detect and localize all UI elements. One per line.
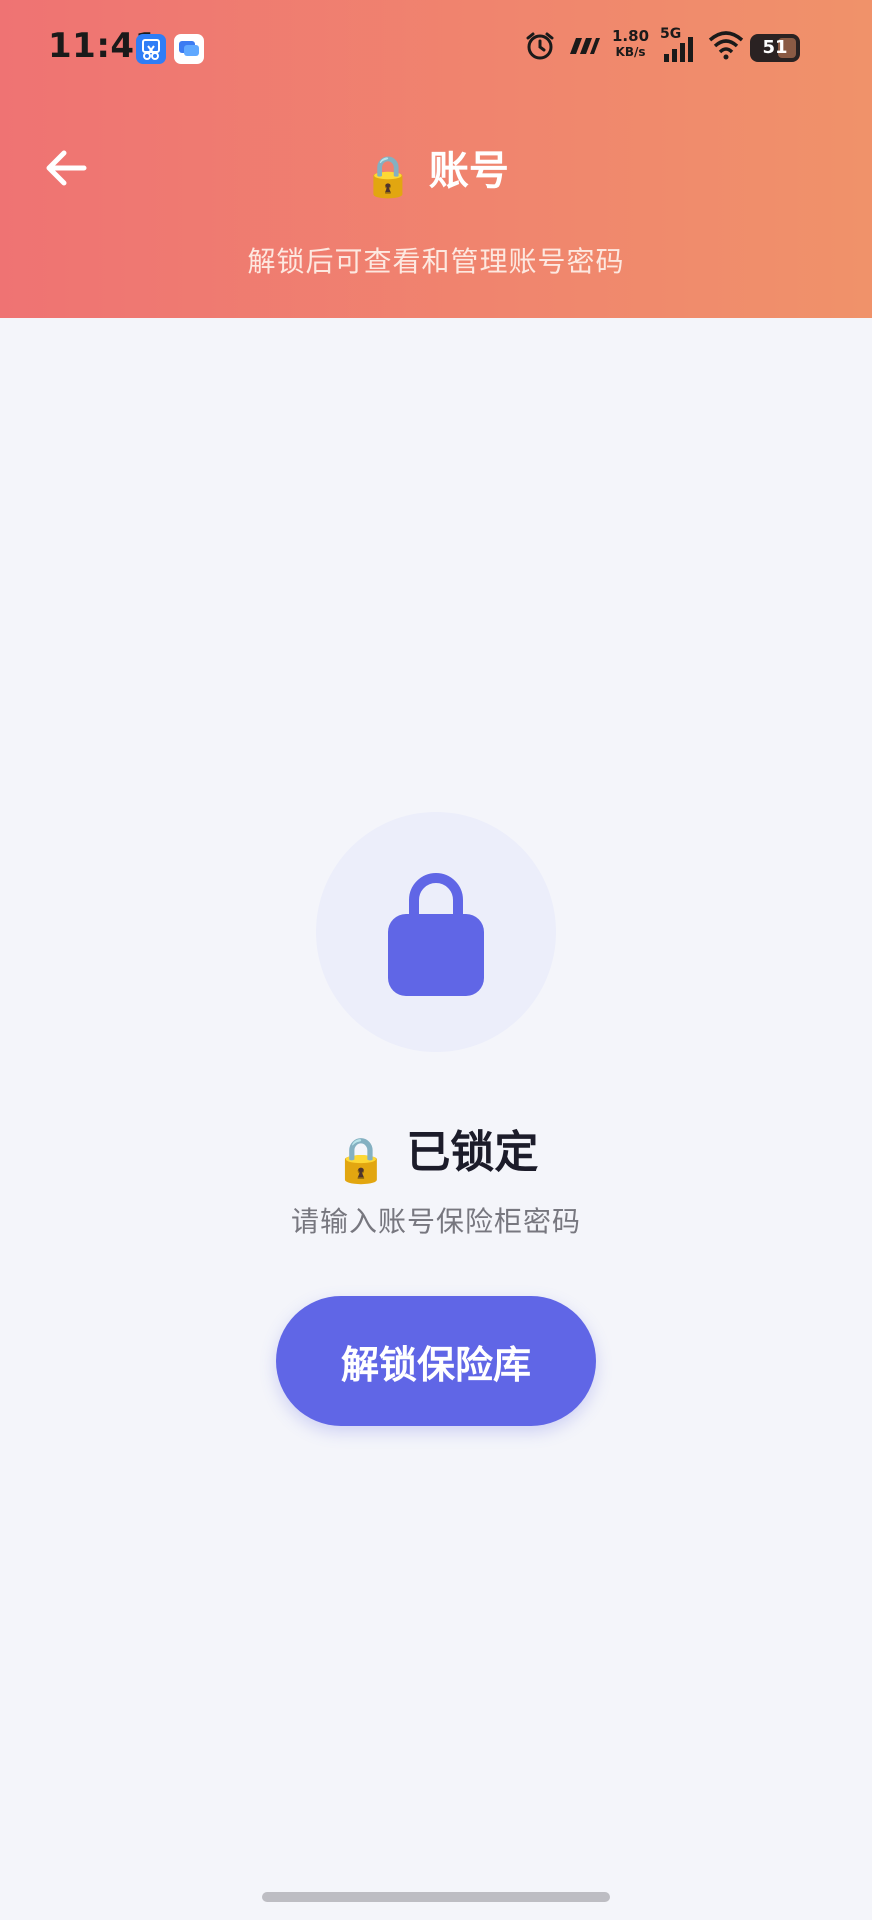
locked-title: 🔒 已锁定: [0, 1116, 872, 1186]
locked-subtitle: 请输入账号保险柜密码: [290, 1205, 581, 1238]
net-speed-unit: KB/s: [615, 45, 646, 59]
lock-icon: [388, 873, 484, 996]
nfc-icon: [566, 34, 602, 62]
net-speed-value: 1.80: [612, 27, 650, 45]
page-title: 🔒 账号: [0, 138, 872, 200]
home-indicator[interactable]: [262, 1892, 610, 1902]
lock-illustration: [316, 812, 556, 1052]
status-bar: 11:41 1.80 KB/s 5G 51: [0, 0, 872, 96]
page-subtitle: 解锁后可查看和管理账号密码: [247, 245, 625, 278]
lock-emoji: 🔒: [333, 1135, 389, 1186]
status-right-cluster: 1.80 KB/s 5G 51: [524, 26, 824, 68]
app-message-icon: [174, 34, 204, 64]
locked-title-text: 已锁定: [406, 1127, 539, 1178]
lock-emoji: 🔒: [363, 154, 413, 200]
wifi-icon: [708, 30, 744, 64]
page-title-text: 账号: [428, 148, 509, 194]
unlock-vault-button[interactable]: 解锁保险库: [276, 1296, 596, 1426]
app-scissors-icon: [136, 34, 166, 64]
battery-icon: 51: [750, 34, 800, 62]
header-banner: 11:41 1.80 KB/s 5G 51 🔒 账号 解锁后可查看和管理账号密码: [0, 0, 872, 318]
battery-level: 51: [762, 37, 788, 58]
alarm-icon: [524, 30, 556, 66]
net-speed: 1.80 KB/s: [612, 28, 649, 60]
